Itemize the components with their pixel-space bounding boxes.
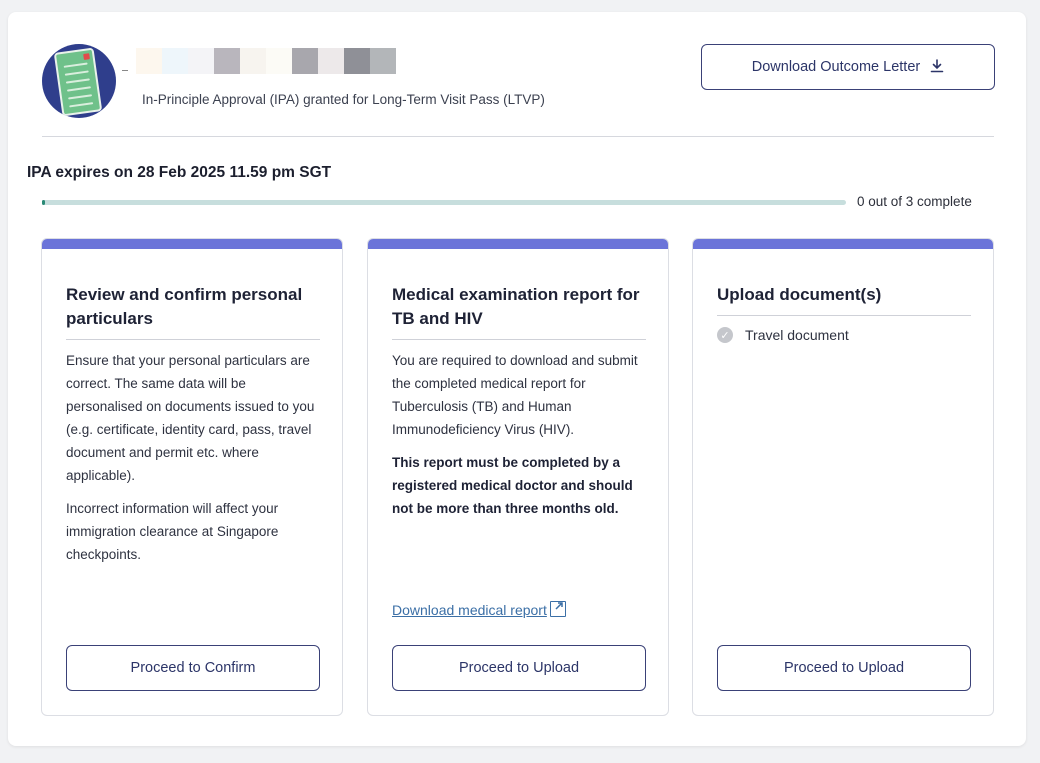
progress-bar [42,200,846,205]
card-body: Ensure that your personal particulars ar… [66,349,320,576]
download-outcome-letter-label: Download Outcome Letter [751,59,921,75]
checklist-item: ✓ Travel document [717,327,849,343]
application-subtitle: In-Principle Approval (IPA) granted for … [142,92,545,107]
applicant-name-redacted [122,48,396,74]
card-paragraph-bold: This report must be completed by a regis… [392,455,633,516]
proceed-to-confirm-button[interactable]: Proceed to Confirm [66,645,320,691]
download-outcome-letter-button[interactable]: Download Outcome Letter [701,44,995,90]
download-icon [930,58,944,76]
card-title: Review and confirm personal particulars [66,283,320,340]
ipa-expiry-text: IPA expires on 28 Feb 2025 11.59 pm SGT [27,164,332,181]
checklist-item-label: Travel document [745,327,849,343]
card-accent-bar [42,239,342,249]
external-link-icon [549,601,566,617]
card-accent-bar [368,239,668,249]
proceed-to-upload-medical-button[interactable]: Proceed to Upload [392,645,646,691]
check-circle-icon: ✓ [717,327,733,343]
card-title: Medical examination report for TB and HI… [392,283,646,340]
card-paragraph: Ensure that your personal particulars ar… [66,353,315,483]
card-accent-bar [693,239,993,249]
card-title: Upload document(s) [717,283,971,316]
card-review-particulars: Review and confirm personal particulars … [41,238,343,716]
progress-text: 0 out of 3 complete [857,194,972,209]
card-paragraph: Incorrect information will affect your i… [66,501,279,562]
card-medical-report: Medical examination report for TB and HI… [367,238,669,716]
proceed-to-upload-documents-button[interactable]: Proceed to Upload [717,645,971,691]
download-medical-report-label: Download medical report [392,602,547,618]
card-body: You are required to download and submit … [392,349,646,530]
document-avatar-icon [42,44,116,118]
card-paragraph: You are required to download and submit … [392,353,638,437]
header-divider [42,136,994,137]
download-medical-report-link[interactable]: Download medical report [392,599,566,618]
progress-bar-fill [42,200,45,205]
card-upload-documents: Upload document(s) ✓ Travel document Pro… [692,238,994,716]
